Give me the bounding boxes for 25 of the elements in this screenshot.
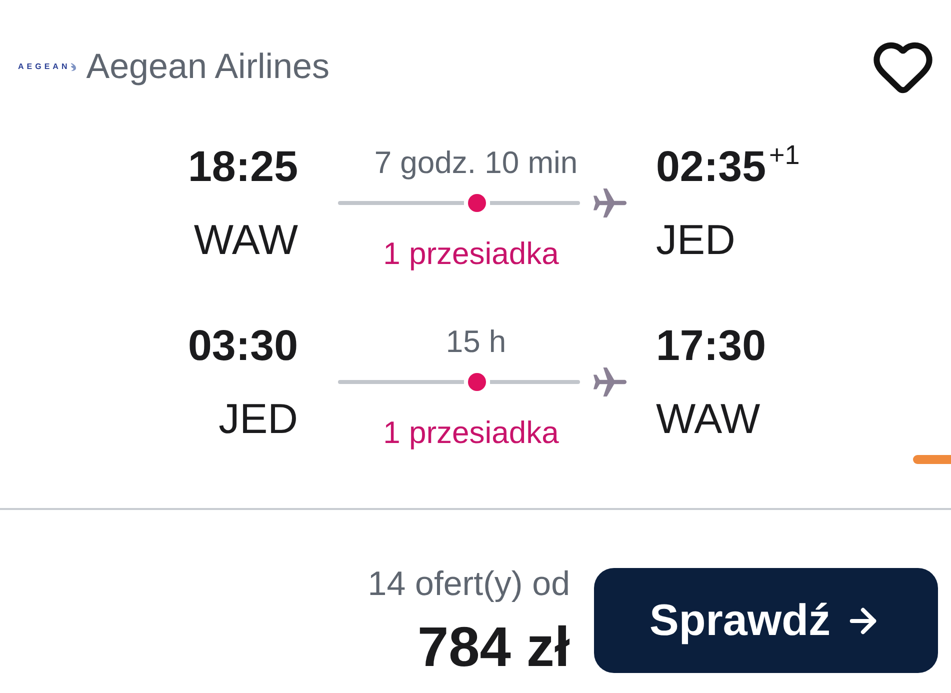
departure-time: 03:30 <box>188 322 298 370</box>
plane-icon <box>592 188 628 218</box>
airline-logo-text: AEGEAN <box>18 62 70 72</box>
arrival-airport: JED <box>656 216 736 264</box>
departure-time: 18:25 <box>188 143 298 191</box>
departure-airport: WAW <box>194 216 298 264</box>
marker-stroke-icon <box>913 455 951 464</box>
arrival-time: 17:30 <box>656 322 766 370</box>
offer-count-text: 14 ofert(y) od <box>368 564 570 604</box>
arrival-time: 02:35 <box>656 143 766 191</box>
airline-name: Aegean Airlines <box>86 47 330 87</box>
flight-duration: 7 godz. 10 min <box>374 144 578 182</box>
check-button[interactable]: Sprawdź <box>594 568 938 673</box>
flight-duration: 15 h <box>446 323 506 361</box>
stop-dot-icon <box>468 373 486 391</box>
stops-text: 1 przesiadka <box>383 414 559 452</box>
day-offset-text: +1 <box>768 140 800 170</box>
stops-text: 1 przesiadka <box>383 235 559 273</box>
arrival-airport: WAW <box>656 395 760 443</box>
wing-icon <box>70 62 78 72</box>
favorite-button[interactable] <box>873 40 933 94</box>
stop-dot-icon <box>468 194 486 212</box>
plane-icon <box>592 367 628 397</box>
price-text: 784 zł <box>417 617 570 677</box>
departure-airport: JED <box>218 395 298 443</box>
